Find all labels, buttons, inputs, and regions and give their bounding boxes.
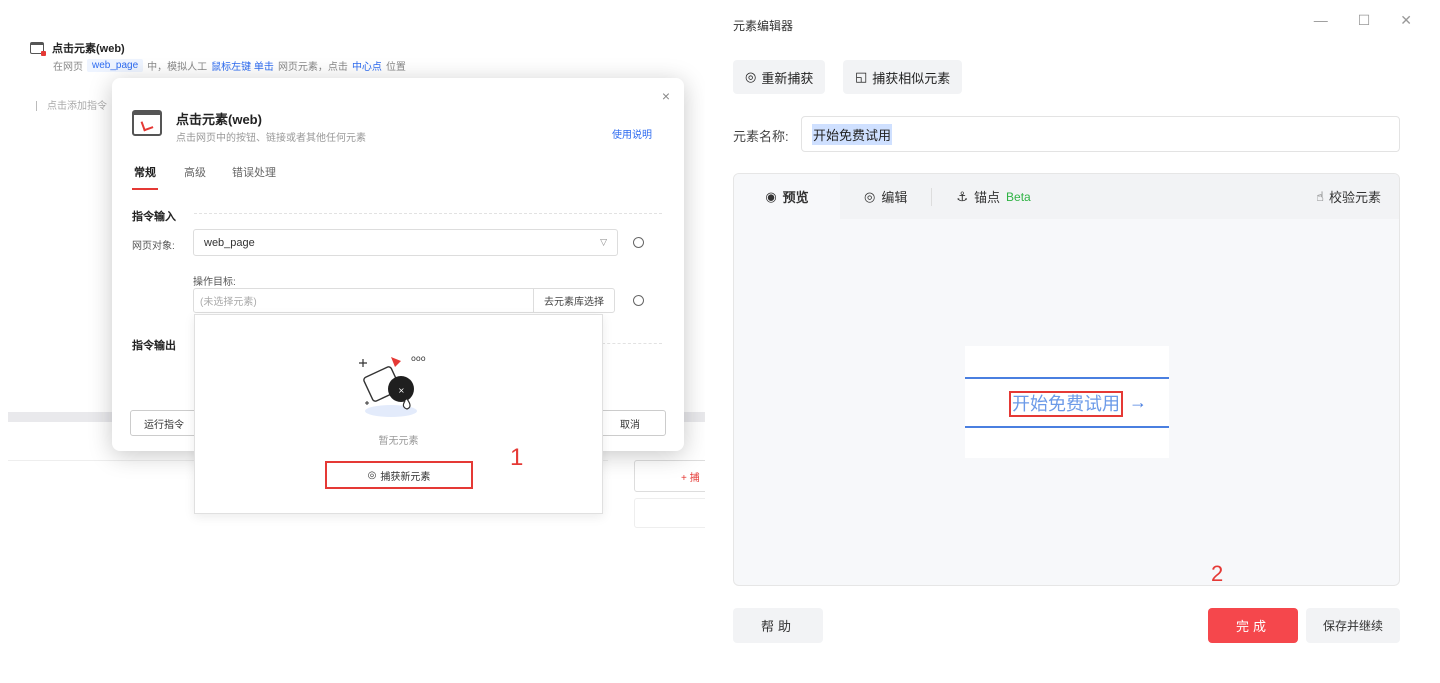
- element-screenshot: 开始免费试用 →: [965, 346, 1169, 458]
- verify-label: 校验元素: [1328, 190, 1381, 205]
- help-button[interactable]: 帮助: [733, 608, 823, 643]
- preview-line-top: [965, 377, 1169, 379]
- cancel-button[interactable]: 取消: [594, 410, 666, 436]
- target-capture-icon: ◎: [745, 69, 757, 84]
- element-preview-panel: ◉ 预览 ◎ 编辑 ⚓ 锚点 Beta ☝ 校验元素 开始免费试用 →: [733, 173, 1400, 586]
- run-command-button[interactable]: 运行指令: [130, 410, 198, 436]
- click-element-icon: [30, 42, 46, 56]
- side-panel-stub: [634, 498, 705, 528]
- click-element-icon: [132, 110, 162, 136]
- hand-pointer-icon: ☝: [1316, 188, 1324, 204]
- annotation-step-2: 2: [1211, 561, 1224, 586]
- tab-edit-label: 编辑: [881, 190, 908, 205]
- tab-advanced[interactable]: 高级: [184, 164, 206, 190]
- section-output-title: 指令输出: [132, 340, 176, 352]
- help-link[interactable]: 使用说明: [612, 126, 652, 141]
- target-capture-icon: ◎: [367, 469, 377, 481]
- capture-similar-label: 捕获相似元素: [872, 70, 951, 86]
- element-name-input[interactable]: 开始免费试用: [801, 116, 1400, 152]
- tab-preview[interactable]: ◉ 预览: [734, 174, 840, 219]
- element-editor-window: 元素编辑器 — ☐ ✕ ◎ 重新捕获 ◱ 捕获相似元素 元素名称: 开始免费试用…: [713, 0, 1440, 683]
- capture-new-element-button[interactable]: ◎ 捕获新元素: [325, 461, 473, 489]
- svg-text:×: ×: [398, 386, 405, 395]
- location-pin-icon: ◎: [864, 188, 876, 204]
- section-input-title: 指令输入: [132, 211, 176, 223]
- tab-anchor[interactable]: ⚓ 锚点 Beta: [932, 174, 1054, 219]
- capture-similar-button[interactable]: ◱ 捕获相似元素: [843, 60, 963, 94]
- web-object-label: 网页对象:: [132, 241, 175, 252]
- minimize-icon[interactable]: —: [1314, 12, 1328, 29]
- click-action-link[interactable]: 鼠标左键 单击: [211, 58, 274, 73]
- variable-toggle-radio[interactable]: [633, 237, 644, 248]
- desc-text: 网页元素，点击: [277, 62, 348, 73]
- op-target-label: 操作目标:: [193, 277, 236, 288]
- recapture-label: 重新捕获: [761, 70, 814, 86]
- tab-anchor-label: 锚点: [974, 190, 1001, 205]
- element-name-label: 元素名称:: [733, 129, 789, 144]
- chevron-down-icon: ▽: [600, 237, 607, 247]
- web-page-tag[interactable]: web_page: [87, 59, 144, 72]
- insert-cursor: [36, 101, 37, 112]
- web-object-select[interactable]: web_page ▽: [193, 229, 618, 256]
- element-name-value: 开始免费试用: [812, 123, 893, 145]
- recapture-button[interactable]: ◎ 重新捕获: [733, 60, 826, 94]
- verify-element-button[interactable]: ☝ 校验元素: [1316, 174, 1381, 219]
- dialog-close-icon[interactable]: ×: [662, 88, 670, 104]
- from-library-button[interactable]: 去元素库选择: [533, 289, 614, 312]
- add-command-label: 点击添加指令: [47, 101, 107, 112]
- save-and-continue-button[interactable]: 保存并继续: [1306, 608, 1400, 643]
- done-button[interactable]: 完成: [1208, 608, 1298, 643]
- desc-text: 在网页: [53, 62, 83, 73]
- command-description: 在网页 web_page 中，模拟人工 鼠标左键 单击 网页元素，点击 中心点 …: [53, 58, 406, 73]
- desc-text: 中，模拟人工: [147, 62, 208, 73]
- command-header[interactable]: 点击元素(web): [30, 40, 125, 56]
- tab-error-handling[interactable]: 错误处理: [232, 164, 276, 190]
- empty-state-text: 暂无元素: [378, 436, 419, 447]
- op-target-field[interactable]: (未选择元素) 去元素库选择: [193, 288, 615, 313]
- flow-editor-pane: 点击元素(web) 在网页 web_page 中，模拟人工 鼠标左键 单击 网页…: [0, 0, 705, 683]
- section-divider: [194, 213, 662, 214]
- anchor-icon: ⚓: [956, 188, 969, 204]
- web-object-value: web_page: [204, 236, 255, 249]
- element-dropdown: ooo × 暂无元素 ◎ 捕获新元素: [194, 314, 603, 514]
- annotation-step-1: 1: [510, 444, 524, 471]
- click-position-link[interactable]: 中心点: [352, 58, 382, 73]
- variable-toggle-radio[interactable]: [633, 295, 644, 306]
- dialog-tabs: 常规 高级 错误处理: [132, 164, 276, 190]
- op-target-placeholder: (未选择元素): [200, 297, 257, 308]
- window-controls: — ☐ ✕: [1314, 12, 1412, 29]
- empty-box-icon: ooo ×: [359, 354, 426, 417]
- section-divider: [602, 343, 662, 344]
- editor-tabs: ◉ 预览 ◎ 编辑 ⚓ 锚点 Beta ☝ 校验元素: [734, 174, 1399, 219]
- beta-badge: Beta: [1006, 189, 1031, 204]
- add-variable-button[interactable]: + 捕: [634, 460, 705, 492]
- similar-elements-icon: ◱: [855, 69, 868, 84]
- svg-text:ooo: ooo: [411, 354, 426, 363]
- tab-preview-label: 预览: [782, 190, 809, 205]
- highlighted-element: 开始免费试用: [1009, 391, 1123, 417]
- desc-text: 位置: [385, 62, 406, 73]
- arrow-right-icon: →: [1129, 392, 1147, 412]
- dialog-subtitle: 点击网页中的按钮、链接或者其他任何元素: [176, 133, 366, 144]
- eye-icon: ◉: [765, 188, 777, 204]
- window-title: 元素编辑器: [733, 19, 794, 33]
- preview-line-bottom: [965, 426, 1169, 428]
- capture-new-label: 捕获新元素: [380, 471, 431, 483]
- close-icon[interactable]: ✕: [1400, 12, 1412, 29]
- tab-edit[interactable]: ◎ 编辑: [840, 174, 931, 219]
- command-title: 点击元素(web): [52, 43, 125, 55]
- tab-general[interactable]: 常规: [132, 164, 158, 190]
- maximize-icon[interactable]: ☐: [1358, 12, 1371, 29]
- dialog-title: 点击元素(web): [176, 112, 262, 127]
- add-command-prompt[interactable]: 点击添加指令: [36, 97, 107, 112]
